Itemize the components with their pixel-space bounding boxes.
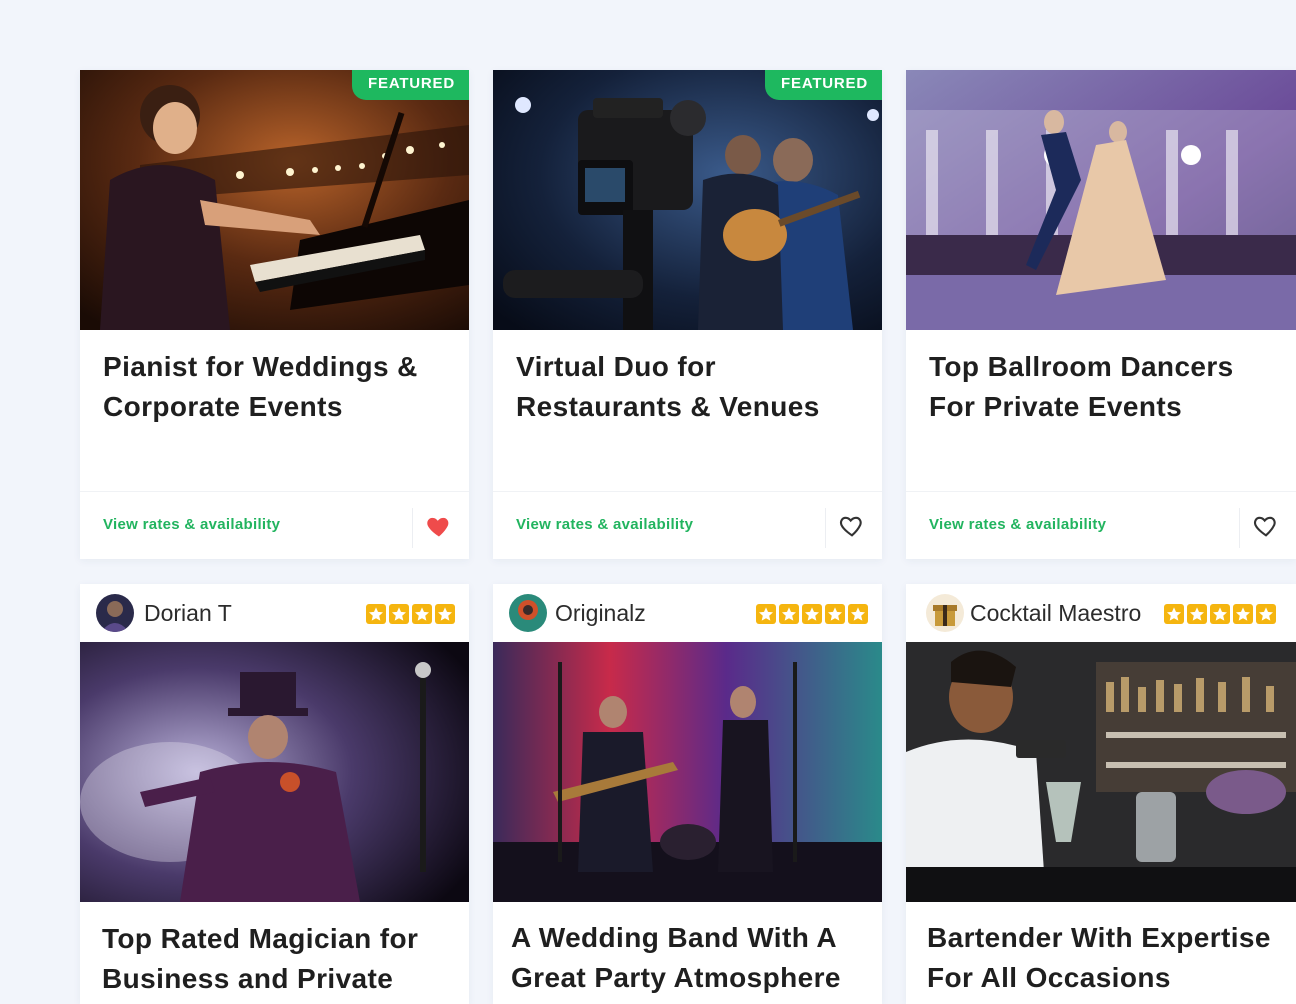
star-icon bbox=[389, 604, 409, 624]
star-icon bbox=[1256, 604, 1276, 624]
magician-photo[interactable] bbox=[80, 642, 469, 902]
listing-card-ballroom[interactable]: Top Ballroom Dancers For Private Events … bbox=[906, 70, 1296, 559]
view-rates-link[interactable]: View rates & availability bbox=[103, 516, 280, 533]
star-icon bbox=[802, 604, 822, 624]
listing-card-virtual-duo[interactable]: FEATURED Virtual Duo for Restaurants & V… bbox=[493, 70, 882, 559]
author-name[interactable]: Dorian T bbox=[144, 600, 232, 627]
star-icon bbox=[1233, 604, 1253, 624]
avatar[interactable] bbox=[509, 594, 547, 632]
avatar[interactable] bbox=[96, 594, 134, 632]
star-icon bbox=[1210, 604, 1230, 624]
listing-card-pianist[interactable]: FEATURED Pianist for Weddings & Corporat… bbox=[80, 70, 469, 559]
listing-title[interactable]: Bartender With Expertise For All Occasio… bbox=[927, 918, 1278, 998]
author-row: Originalz bbox=[493, 584, 882, 642]
camera-duo-photo[interactable]: FEATURED bbox=[493, 70, 882, 330]
heart-filled-icon[interactable] bbox=[425, 512, 453, 540]
footer-divider bbox=[825, 508, 826, 548]
avatar[interactable] bbox=[926, 594, 964, 632]
listing-card-magician[interactable]: Dorian T Top Rated Magician for Business… bbox=[80, 584, 469, 1004]
pianist-photo[interactable]: FEATURED bbox=[80, 70, 469, 330]
featured-badge: FEATURED bbox=[765, 70, 882, 100]
star-icon bbox=[1164, 604, 1184, 624]
author-name[interactable]: Cocktail Maestro bbox=[970, 600, 1141, 627]
listing-card-bartender[interactable]: Cocktail Maestro Bartender With Expertis… bbox=[906, 584, 1296, 1004]
heart-outline-icon[interactable] bbox=[838, 512, 866, 540]
view-rates-link[interactable]: View rates & availability bbox=[929, 516, 1106, 533]
author-name[interactable]: Originalz bbox=[555, 600, 646, 627]
author-row: Dorian T bbox=[80, 584, 469, 642]
star-icon bbox=[1187, 604, 1207, 624]
star-icon bbox=[779, 604, 799, 624]
star-icon bbox=[848, 604, 868, 624]
listing-title[interactable]: Virtual Duo for Restaurants & Venues bbox=[516, 347, 864, 427]
view-rates-link[interactable]: View rates & availability bbox=[516, 516, 693, 533]
star-rating bbox=[756, 604, 868, 624]
footer-divider bbox=[1239, 508, 1240, 548]
star-icon bbox=[412, 604, 432, 624]
listing-title[interactable]: A Wedding Band With A Great Party Atmosp… bbox=[511, 918, 864, 998]
star-icon bbox=[825, 604, 845, 624]
star-rating bbox=[366, 604, 455, 624]
star-icon bbox=[366, 604, 386, 624]
listing-title[interactable]: Top Ballroom Dancers For Private Events bbox=[929, 347, 1278, 427]
featured-badge: FEATURED bbox=[352, 70, 469, 100]
footer-divider bbox=[412, 508, 413, 548]
star-rating bbox=[1164, 604, 1276, 624]
listing-title[interactable]: Pianist for Weddings & Corporate Events bbox=[103, 347, 451, 427]
star-icon bbox=[756, 604, 776, 624]
author-row: Cocktail Maestro bbox=[906, 584, 1296, 642]
ballroom-dancers-photo[interactable] bbox=[906, 70, 1296, 330]
card-footer: View rates & availability bbox=[80, 491, 469, 559]
listing-title[interactable]: Top Rated Magician for Business and Priv… bbox=[102, 919, 451, 999]
card-footer: View rates & availability bbox=[906, 491, 1296, 559]
card-footer: View rates & availability bbox=[493, 491, 882, 559]
wedding-band-photo[interactable] bbox=[493, 642, 882, 902]
bartender-photo[interactable] bbox=[906, 642, 1296, 902]
star-icon bbox=[435, 604, 455, 624]
heart-outline-icon[interactable] bbox=[1252, 512, 1280, 540]
listing-card-wedding-band[interactable]: Originalz A Wedding Band With A Great Pa… bbox=[493, 584, 882, 1004]
